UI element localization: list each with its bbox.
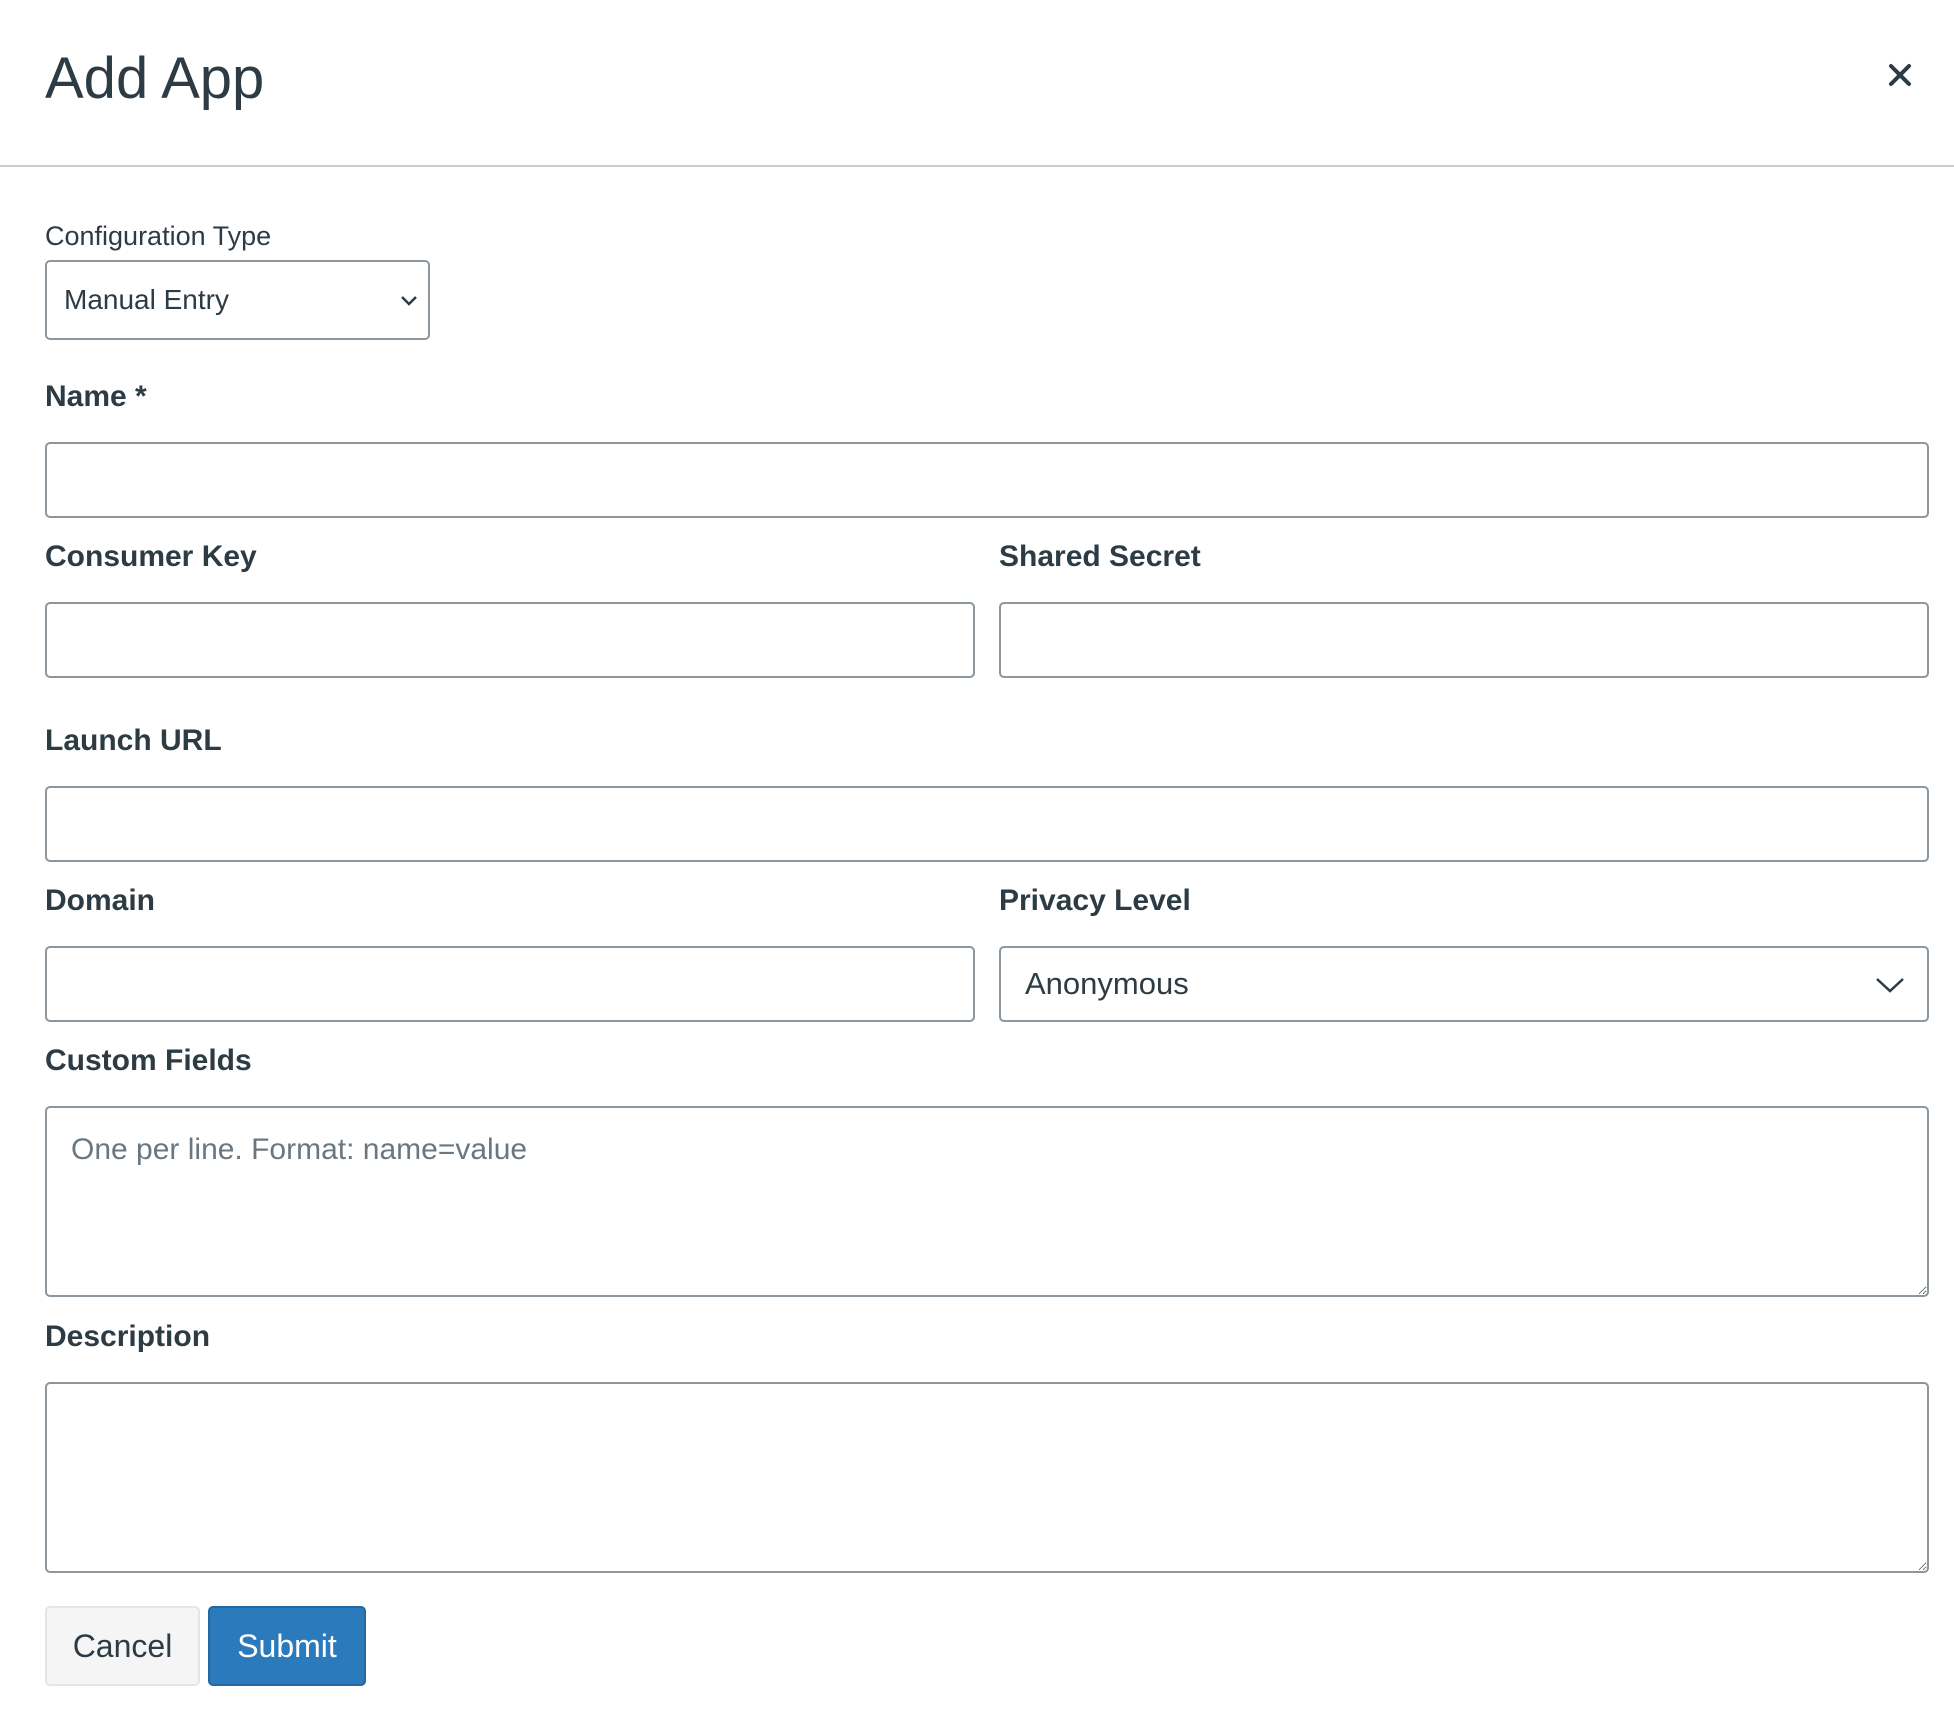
privacy-level-select[interactable]: Anonymous	[999, 946, 1929, 1022]
submit-button[interactable]: Submit	[208, 1606, 366, 1686]
custom-fields-label: Custom Fields	[45, 1044, 252, 1077]
dialog-header: Add App	[0, 0, 1954, 167]
description-label: Description	[45, 1320, 211, 1353]
domain-label: Domain	[45, 884, 156, 917]
domain-input[interactable]	[45, 946, 975, 1022]
privacy-level-label: Privacy Level	[999, 884, 1191, 917]
consumer-key-label: Consumer Key	[45, 540, 257, 573]
chevron-down-icon	[1876, 978, 1904, 993]
name-label: Name *	[45, 380, 147, 413]
shared-secret-input[interactable]	[999, 602, 1929, 678]
configuration-type-label: Configuration Type	[45, 221, 272, 251]
custom-fields-textarea[interactable]	[45, 1106, 1929, 1297]
description-textarea[interactable]	[45, 1382, 1929, 1573]
chevron-down-icon	[401, 296, 417, 306]
launch-url-input[interactable]	[45, 786, 1929, 862]
name-input[interactable]	[45, 442, 1929, 518]
configuration-type-value: Manual Entry	[64, 284, 229, 315]
shared-secret-label: Shared Secret	[999, 540, 1201, 573]
consumer-key-input[interactable]	[45, 602, 975, 678]
configuration-type-select[interactable]: Manual Entry	[45, 260, 430, 340]
launch-url-label: Launch URL	[45, 724, 222, 757]
close-button[interactable]	[1880, 50, 1920, 100]
privacy-level-value: Anonymous	[1025, 966, 1189, 1001]
close-icon	[1889, 64, 1911, 86]
cancel-button[interactable]: Cancel	[45, 1606, 200, 1686]
dialog-title: Add App	[45, 46, 265, 111]
